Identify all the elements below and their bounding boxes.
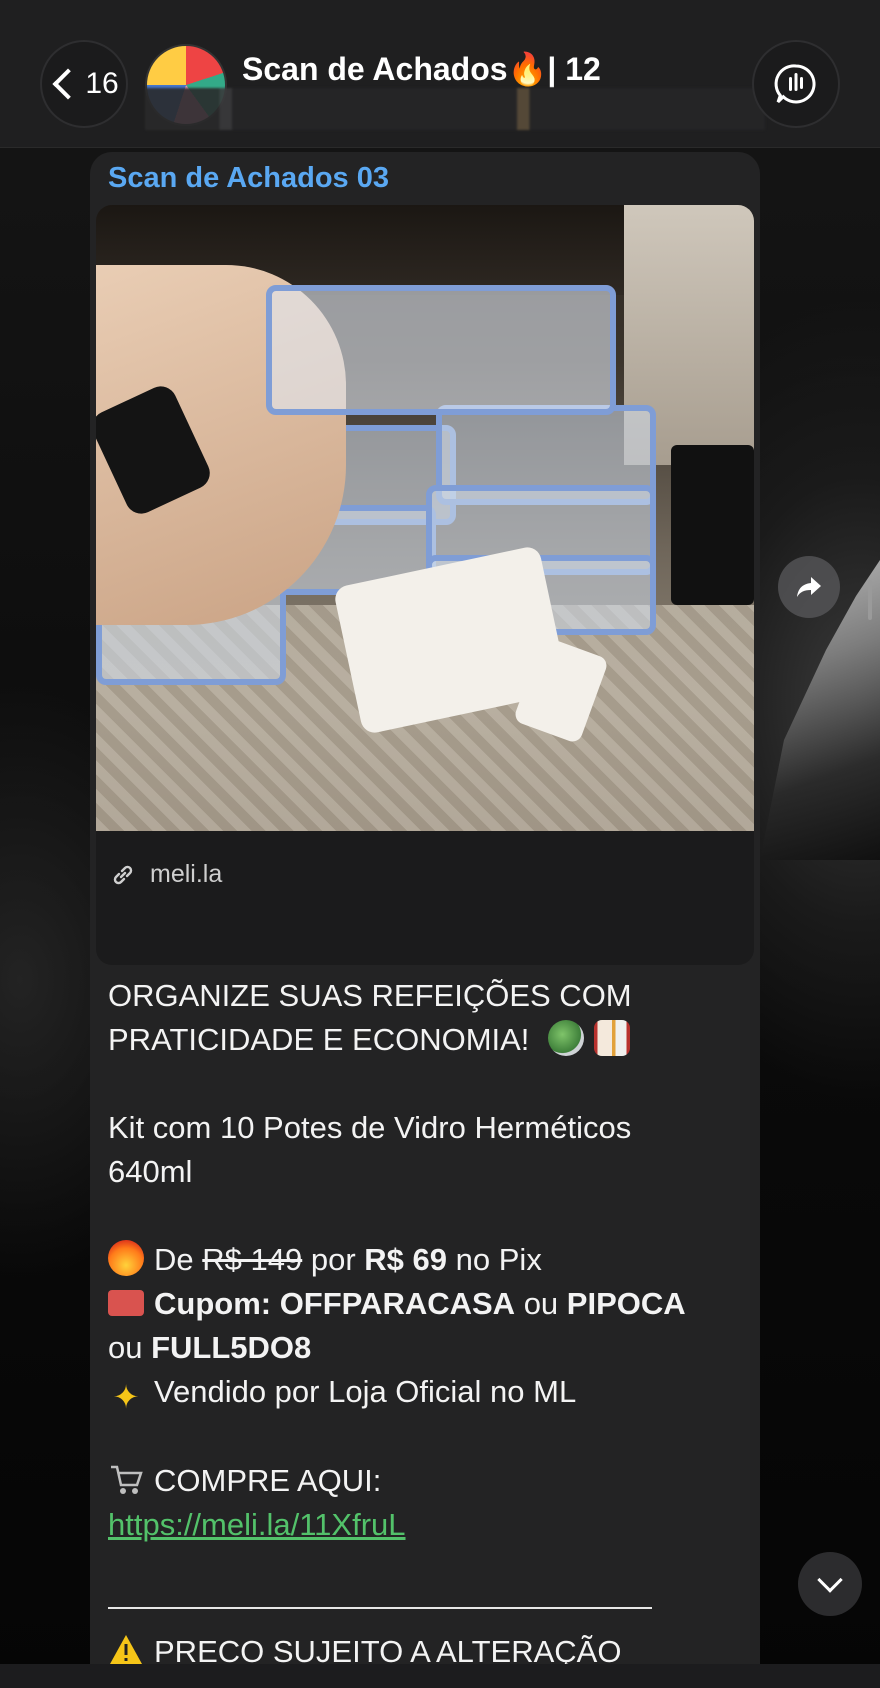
warning-emoji-icon (108, 1632, 144, 1668)
headline-text: PRATICIDADE E ECONOMIA! (108, 1022, 530, 1057)
forward-button[interactable] (778, 556, 840, 618)
salad-emoji-icon (548, 1020, 585, 1056)
coupon-code-1: Cupom: OFFPARACASA (154, 1286, 516, 1321)
buy-link-line: https://meli.la/11XfruL (108, 1503, 748, 1547)
chat-header: 16 Scan de Achados🔥| 12 (0, 0, 880, 148)
voice-chat-icon (774, 64, 816, 104)
coupon-line: Cupom: OFFPARACASA ou PIPOCA (108, 1282, 748, 1326)
product-photo[interactable] (96, 205, 754, 831)
product-line-2: 640ml (108, 1154, 193, 1189)
price-new: R$ 69 (364, 1242, 448, 1277)
back-button[interactable]: 16 (40, 40, 128, 128)
ticket-emoji-icon (108, 1290, 144, 1316)
price-por: por (310, 1242, 356, 1277)
price-line: De R$ 149 por R$ 69 no Pix (108, 1238, 748, 1282)
chevron-down-icon (817, 1567, 843, 1593)
blurred-subtitle (145, 88, 765, 130)
buy-line: COMPRE AQUI: (108, 1459, 748, 1503)
fire-emoji-icon (108, 1240, 144, 1276)
price-old: R$ 149 (202, 1242, 303, 1277)
price-suffix: no Pix (455, 1242, 542, 1277)
coupon-or-2: ou (108, 1330, 143, 1365)
sparkles-emoji-icon: ✦ (112, 1379, 140, 1415)
scroll-to-bottom-button[interactable] (798, 1552, 862, 1616)
preview-domain-row[interactable]: meli.la (110, 860, 222, 889)
preview-domain: meli.la (150, 860, 223, 888)
buy-link[interactable]: https://meli.la/11XfruL (108, 1507, 406, 1542)
price-de: De (154, 1242, 194, 1277)
link-preview[interactable]: meli.la (96, 205, 754, 965)
unread-count: 16 (85, 67, 119, 100)
message-bubble[interactable]: Scan de Achados 03 meli.la ORGANIZE SUAS… (90, 152, 760, 1688)
shopping-cart-emoji-icon (108, 1461, 144, 1497)
bento-box-emoji-icon (594, 1020, 631, 1056)
product-line-1: Kit com 10 Potes de Vidro Herméticos (108, 1110, 632, 1145)
voice-chat-button[interactable] (752, 40, 840, 128)
coupon-code-2: PIPOCA (566, 1286, 686, 1321)
buy-label: COMPRE AQUI: (154, 1463, 382, 1498)
divider (108, 1607, 652, 1609)
forward-arrow-icon (797, 577, 821, 597)
link-icon (113, 865, 133, 884)
coupon-line-2: ou FULL5DO8 (108, 1326, 748, 1370)
chevron-left-icon (52, 68, 84, 100)
headline-line-1: ORGANIZE SUAS REFEIÇÕES COM (108, 978, 632, 1013)
headline-line-2: PRATICIDADE E ECONOMIA! (108, 1018, 748, 1062)
coupon-or-1: ou (523, 1286, 559, 1321)
coupon-code-3: FULL5DO8 (151, 1330, 312, 1365)
message-text: ORGANIZE SUAS REFEIÇÕES COM PRATICIDADE … (108, 974, 748, 1547)
input-bar-edge (0, 1664, 880, 1688)
scrollbar[interactable] (868, 580, 872, 620)
seller-line: ✦ Vendido por Loja Oficial no ML (108, 1370, 748, 1415)
sender-name[interactable]: Scan de Achados 03 (108, 162, 389, 195)
seller-text: Vendido por Loja Oficial no ML (154, 1374, 577, 1409)
chat-title[interactable]: Scan de Achados🔥| 12 (242, 50, 601, 88)
